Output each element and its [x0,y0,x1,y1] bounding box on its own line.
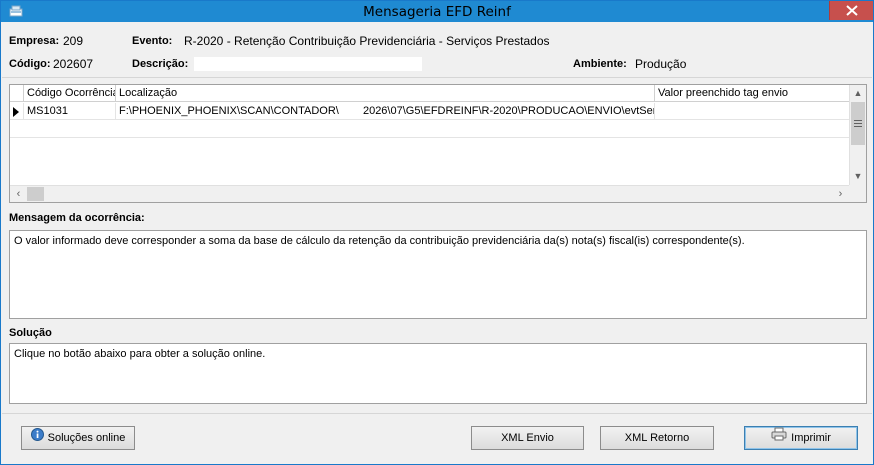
empresa-value: 209 [63,34,84,48]
button-bar: Soluções online XML Envio XML Retorno Im… [2,413,872,464]
solucao-textbox[interactable]: Clique no botão abaixo para obter a solu… [9,343,867,404]
xml-retorno-label: XML Retorno [624,432,690,445]
row-indicator-icon [13,107,19,117]
solucoes-online-label: Soluções online [47,432,126,445]
horizontal-scrollbar[interactable]: ‹ › [10,185,850,202]
descricao-label: Descrição: [132,58,189,70]
scroll-down-icon[interactable]: ▼ [850,168,866,185]
imprimir-button[interactable]: Imprimir [744,426,858,450]
close-icon [846,5,858,16]
xml-envio-button[interactable]: XML Envio [471,426,584,450]
xml-retorno-button[interactable]: XML Retorno [600,426,714,450]
xml-envio-label: XML Envio [501,432,554,445]
empresa-label: Empresa: [9,35,60,47]
codigo-label: Código: [9,58,51,70]
mensagem-label: Mensagem da ocorrência: [9,212,145,224]
efd-reinf-window: Mensageria EFD Reinf Empresa: 209 Evento… [0,0,874,465]
imprimir-label: Imprimir [791,432,831,445]
row-header-corner [10,85,24,102]
occurrences-grid[interactable]: Código Ocorrência Localização Valor pree… [9,84,867,203]
printer-icon [771,427,787,449]
solucao-label: Solução [9,327,52,339]
descricao-value [194,57,422,71]
column-localizacao[interactable]: Localização [116,85,655,102]
localizacao-part-b: 2026\07\G5\EFDREINF\R-2020\PRODUCAO\ENVI… [362,105,655,117]
cell-codigo[interactable]: MS1031 [24,103,116,120]
row-selector[interactable] [10,103,24,120]
evento-label: Evento: [132,35,173,47]
column-valor-preenchido[interactable]: Valor preenchido tag envio [655,85,850,102]
scroll-corner [849,185,866,202]
localizacao-part-a: F:\PHOENIX_PHOENIX\SCAN\CONTADOR\ [119,105,339,117]
ambiente-value: Produção [635,57,687,71]
ambiente-label: Ambiente: [573,58,627,70]
info-icon [30,427,44,449]
table-row[interactable]: MS1031 F:\PHOENIX_PHOENIX\SCAN\CONTADOR\… [10,103,850,120]
scroll-right-icon[interactable]: › [832,186,849,202]
codigo-value: 202607 [53,57,94,71]
scroll-left-icon[interactable]: ‹ [10,186,27,202]
vertical-scroll-thumb[interactable] [851,102,865,145]
empty-row [10,121,850,138]
close-button[interactable] [829,1,873,20]
cell-valor[interactable] [655,103,850,120]
cell-localizacao[interactable]: F:\PHOENIX_PHOENIX\SCAN\CONTADOR\ 2026\0… [116,103,655,120]
horizontal-scroll-thumb[interactable] [27,187,44,201]
grid-header: Código Ocorrência Localização Valor pree… [10,85,850,102]
scroll-up-icon[interactable]: ▲ [850,85,866,102]
window-title: Mensageria EFD Reinf [363,4,511,20]
title-bar[interactable]: Mensageria EFD Reinf [1,1,873,22]
header-panel: Empresa: 209 Evento: R-2020 - Retenção C… [2,22,872,78]
evento-value: R-2020 - Retenção Contribuição Previdenc… [184,34,550,48]
vertical-scrollbar[interactable]: ▲ ▼ [849,85,866,185]
column-codigo-ocorrencia[interactable]: Código Ocorrência [24,85,116,102]
solucoes-online-button[interactable]: Soluções online [21,426,135,450]
mensagem-textbox[interactable]: O valor informado deve corresponder a so… [9,230,867,319]
